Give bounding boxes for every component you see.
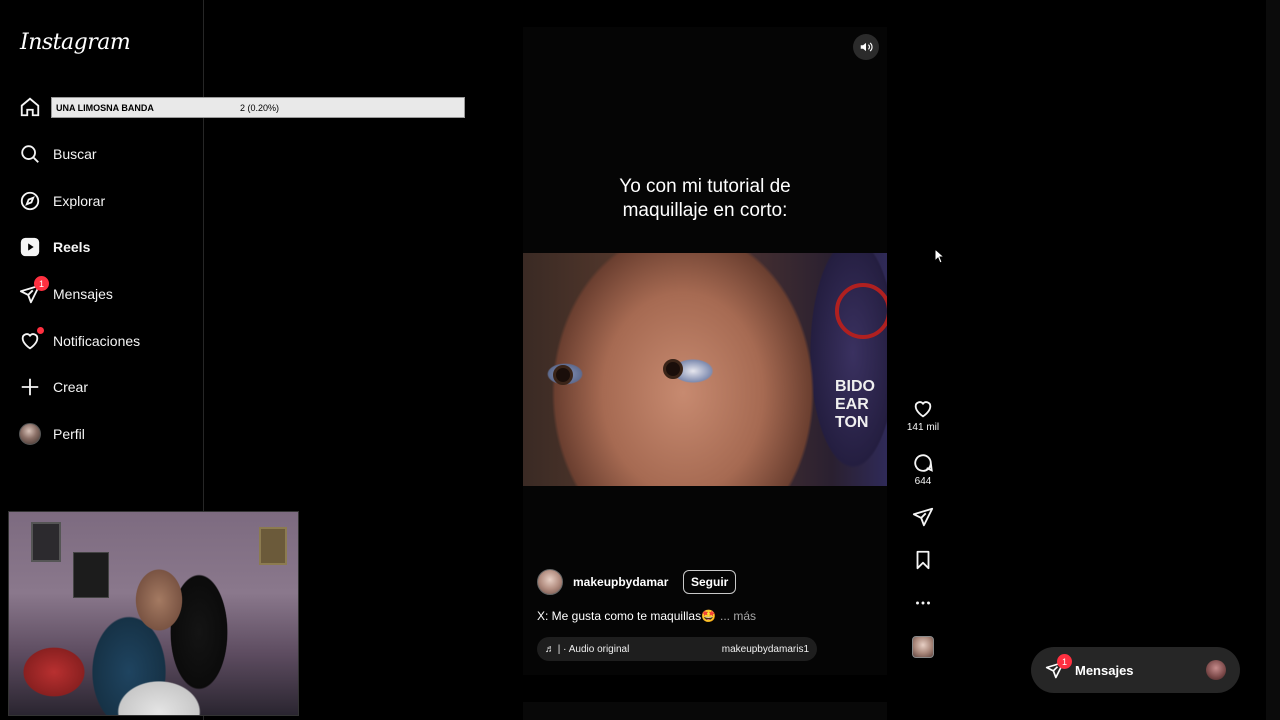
save-button[interactable] xyxy=(904,549,942,571)
sidebar-item-label: Notificaciones xyxy=(53,333,141,349)
compass-icon xyxy=(18,189,42,213)
next-reel-preview[interactable] xyxy=(523,702,887,720)
sidebar-item-label: Perfil xyxy=(53,426,85,442)
overlay-text-line: Yo con mi tutorial de xyxy=(619,176,791,197)
home-icon xyxy=(18,95,42,119)
audio-label: ♬ | · Audio original xyxy=(545,643,630,655)
volume-icon xyxy=(860,42,873,52)
recent-contact-avatar xyxy=(1206,660,1226,680)
heart-icon xyxy=(914,401,932,418)
volume-button[interactable] xyxy=(853,34,879,60)
scrollbar[interactable] xyxy=(1266,0,1280,720)
video-eye xyxy=(663,359,683,379)
follow-button[interactable]: Seguir xyxy=(683,570,737,594)
mouse-cursor-icon xyxy=(934,247,946,269)
comment-button[interactable]: 644 xyxy=(904,452,942,487)
reel-author: makeupbydamaris Seguir xyxy=(537,569,737,595)
video-sign-text: BIDO EAR TON xyxy=(835,378,875,431)
author-username[interactable]: makeupbydamaris xyxy=(573,575,669,589)
reels-icon xyxy=(18,235,42,259)
send-icon: 1 xyxy=(1045,654,1072,680)
more-options-button[interactable] xyxy=(904,592,942,614)
overlay-text-line: maquillaje en corto: xyxy=(622,200,788,221)
sidebar-item-reels[interactable]: Reels xyxy=(18,227,198,267)
messages-widget[interactable]: 1 Mensajes xyxy=(1031,647,1240,693)
sidebar-item-explore[interactable]: Explorar xyxy=(18,181,198,221)
messages-widget-badge: 1 xyxy=(1057,654,1072,669)
sidebar-item-search[interactable]: Buscar xyxy=(18,134,198,174)
reel-player[interactable]: Yo con mi tutorial de maquillaje en cort… xyxy=(523,27,887,675)
like-count: 141 mil xyxy=(906,422,940,433)
description-text: X: Me gusta como te maquillas🤩 xyxy=(537,609,717,623)
more-icon xyxy=(916,601,930,605)
send-icon: 1 xyxy=(18,276,49,306)
messages-badge: 1 xyxy=(34,276,49,291)
send-icon xyxy=(912,507,934,527)
comment-icon xyxy=(914,454,933,472)
sidebar-item-notifications[interactable]: Notificaciones xyxy=(18,321,198,361)
sidebar-item-label: Explorar xyxy=(53,193,106,209)
reel-description: X: Me gusta como te maquillas🤩... más xyxy=(537,609,756,623)
sidebar-item-create[interactable]: Crear xyxy=(18,367,198,407)
comment-count: 644 xyxy=(914,476,932,487)
notification-dot xyxy=(37,327,44,334)
audio-thumbnail xyxy=(912,636,934,658)
instagram-logo[interactable]: Instagram xyxy=(20,30,131,55)
webcam-overlay xyxy=(8,511,299,716)
reel-video-frame: BIDO EAR TON xyxy=(523,253,887,486)
sidebar-item-label: Buscar xyxy=(53,146,97,162)
sidebar-item-label: Crear xyxy=(53,379,89,395)
video-sign xyxy=(835,283,887,339)
overlay-name: UNA LIMOSNA BANDA xyxy=(56,102,154,113)
audio-artist: makeupbydamaris1 xyxy=(721,643,809,655)
sidebar-item-label: Mensajes xyxy=(53,286,113,302)
bookmark-icon xyxy=(916,550,930,570)
author-avatar[interactable] xyxy=(537,569,563,595)
messages-widget-label: Mensajes xyxy=(1075,662,1134,678)
wall-poster xyxy=(31,522,61,562)
wall-poster xyxy=(73,552,109,598)
reel-overlay-text: Yo con mi tutorial de maquillaje en cort… xyxy=(523,175,887,223)
heart-icon xyxy=(18,327,44,353)
profile-avatar xyxy=(18,422,42,446)
like-button[interactable]: 141 mil xyxy=(904,398,942,433)
share-button[interactable] xyxy=(904,506,942,528)
plus-icon xyxy=(18,375,42,399)
more-link[interactable]: ... más xyxy=(720,609,756,623)
sidebar-item-messages[interactable]: 1 Mensajes xyxy=(18,274,198,314)
video-eye xyxy=(553,365,573,385)
sidebar-item-label: Reels xyxy=(53,239,91,255)
audio-pill[interactable]: ♬ | · Audio original makeupbydamaris1 xyxy=(537,637,817,661)
audio-thumbnail-button[interactable] xyxy=(904,636,942,658)
sidebar-item-profile[interactable]: Perfil xyxy=(18,414,198,454)
overlay-count: 2 (0.20%) xyxy=(240,102,280,113)
search-icon xyxy=(18,142,42,166)
wall-frame xyxy=(259,527,287,565)
donation-overlay-bar: UNA LIMOSNA BANDA 2 (0.20%) xyxy=(51,97,465,118)
